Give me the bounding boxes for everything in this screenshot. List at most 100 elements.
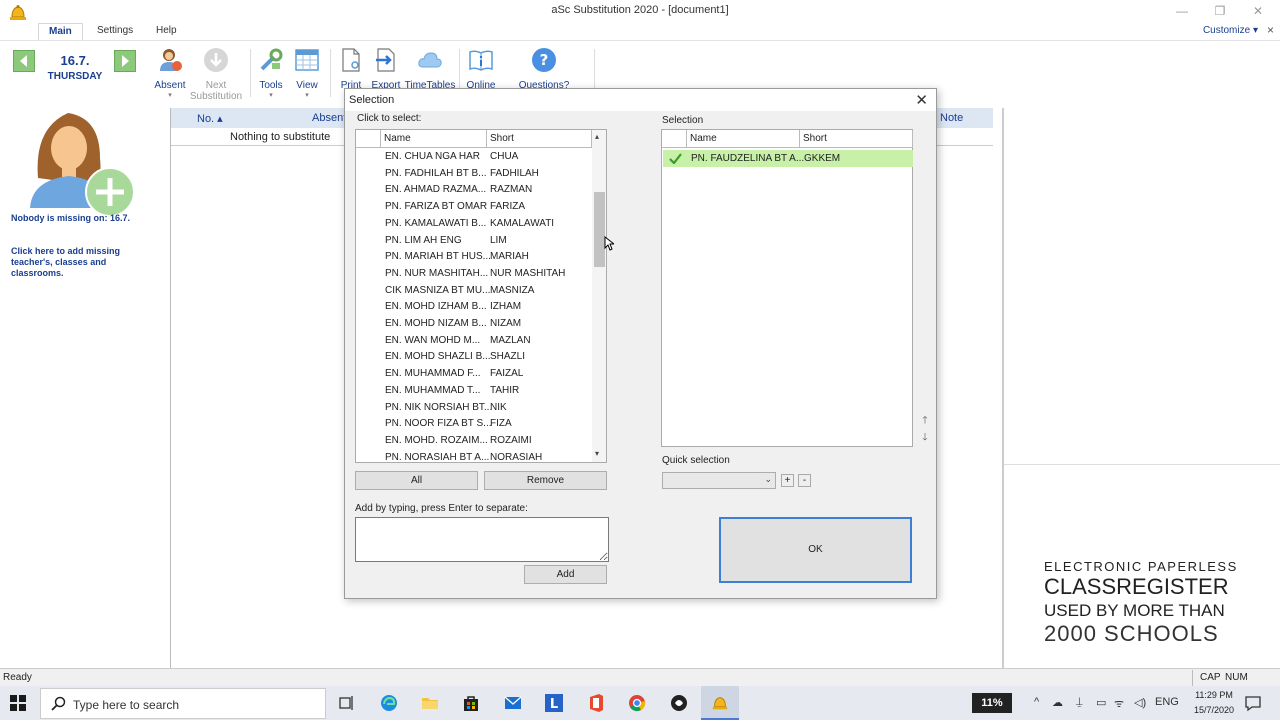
list-item[interactable]: EN. MUHAMMAD T... TAHIR [356,382,592,399]
type-to-add-input[interactable] [355,517,609,562]
promo-banner[interactable]: ELECTRONIC PAPERLESS CLASSREGISTER USED … [1044,559,1244,646]
list-item[interactable]: PN. NOOR FIZA BT S... FIZA [356,415,592,432]
notification-icon[interactable] [1244,694,1262,712]
scrollbar-thumb[interactable] [594,192,605,267]
list-item[interactable]: PN. NUR MASHITAH... NUR MASHITAH [356,265,592,282]
arrow-right-icon [122,55,129,67]
tab-help[interactable]: Help [146,23,187,40]
ok-button[interactable]: OK [719,517,912,583]
move-down-icon[interactable]: 🡓 [919,430,931,443]
tools-button[interactable]: Tools ▾ [256,47,286,99]
taskbar-search[interactable]: Type here to search [40,688,326,719]
scroll-up-icon[interactable]: ▴ [595,132,599,141]
column-short[interactable]: Short [487,130,592,148]
wifi-icon[interactable]: ᯤ [1114,696,1124,711]
list-item[interactable]: CIK MASNIZA BT MU... MASNIZA [356,282,592,299]
task-view-icon[interactable] [338,694,356,712]
list-item[interactable]: EN. MOHD IZHAM B... IZHAM [356,298,592,315]
list-item[interactable]: PN. KAMALAWATI B... KAMALAWATI [356,215,592,232]
list-item[interactable]: EN. MOHD SHAZLI B... SHAZLI [356,348,592,365]
remove-button[interactable]: Remove [484,471,607,490]
add-missing-link[interactable]: Click here to add missing teacher's, cla… [11,246,141,279]
list-item[interactable]: EN. WAN MOHD M... MAZLAN [356,332,592,349]
nobody-missing-text: Nobody is missing on: 16.7. [11,213,131,223]
quick-add-button[interactable]: + [781,474,794,487]
prev-day-button[interactable] [13,50,35,72]
teacher-name: PN. FARIZA BT OMAR [385,201,488,213]
list-item[interactable]: PN. FADHILAH BT B... FADHILAH [356,165,592,182]
clock-date[interactable]: 15/7/2020 [1189,705,1239,715]
list-item[interactable]: EN. CHUA NGA HAR CHUA [356,148,592,165]
column-note[interactable]: Note [940,112,963,124]
store-icon[interactable] [462,694,480,712]
chrome-icon[interactable] [628,694,646,712]
teacher-name: EN. MOHD NIZAM B... [385,318,487,329]
list-item[interactable]: EN. MUHAMMAD F... FAIZAL [356,365,592,382]
column-absent[interactable]: Absent [312,112,346,124]
mail-icon[interactable] [504,694,522,712]
tab-main[interactable]: Main [38,23,83,40]
battery-indicator[interactable]: 11% [972,693,1012,713]
absent-button[interactable]: Absent ▾ [150,47,190,99]
usb-icon[interactable]: ⍊ [1076,696,1083,709]
selected-row[interactable]: PN. FAUDZELINA BT A... GKKEM [663,150,913,167]
column-check [662,130,687,148]
export-button[interactable]: Export [368,47,404,91]
column-name[interactable]: Name [381,130,487,148]
taskbar-active-app[interactable] [701,686,739,720]
language-indicator[interactable]: ENG [1155,696,1179,708]
questions-button[interactable]: ? Questions? [516,47,572,91]
edge-browser-icon[interactable] [380,694,398,712]
next-day-button[interactable] [114,50,136,72]
cloud-icon [418,52,442,68]
scroll-down-icon[interactable]: ▾ [595,449,599,458]
volume-icon[interactable]: ◁) [1134,696,1146,709]
next-substitution-button[interactable]: Next Substitution [186,47,246,102]
list-item[interactable]: EN. MOHD. ROZAIM... ROZAIMI [356,432,592,449]
dropdown-arrow-icon: ▾ [168,92,172,99]
file-explorer-icon[interactable] [421,694,439,712]
add-button[interactable]: Add [524,565,607,584]
list-item[interactable]: EN. AHMAD RAZMA... RAZMAN [356,181,592,198]
teacher-name: EN. MUHAMMAD F... [385,368,481,380]
online-button[interactable]: Online [463,47,499,91]
media-app-icon[interactable] [670,694,688,712]
dialog-title-bar: Selection ✕ [345,89,936,111]
view-button[interactable]: View ▾ [292,47,322,99]
type-to-add-label: Add by typing, press Enter to separate: [355,503,528,514]
customize-menu[interactable]: Customize ▾ [1203,25,1258,36]
chevron-up-icon[interactable]: ^ [1034,696,1039,708]
list-item[interactable]: PN. FARIZA BT OMAR FARIZA [356,198,592,215]
list-item[interactable]: PN. NORASIAH BT A... NORASIAH [356,449,592,462]
clock-time[interactable]: 11:29 PM [1189,690,1239,700]
ribbon-close-icon[interactable]: × [1267,23,1274,37]
restore-button[interactable]: ❐ [1206,2,1234,20]
tab-settings[interactable]: Settings [87,23,143,40]
timetables-button[interactable]: TimeTables [404,47,456,91]
l-app-icon[interactable]: L [545,694,563,712]
print-button[interactable]: Print [336,47,366,91]
all-button[interactable]: All [355,471,478,490]
move-up-icon[interactable]: 🡑 [919,413,931,426]
column-short[interactable]: Short [800,130,913,148]
promo-line-2: CLASSREGISTER [1044,574,1229,599]
minimize-button[interactable]: — [1168,2,1196,20]
close-button[interactable]: ✕ [1244,2,1272,20]
dialog-close-icon[interactable]: ✕ [915,91,928,109]
list-item[interactable]: EN. MOHD NIZAM B... NIZAM [356,315,592,332]
arrow-left-icon [20,55,27,67]
list-item[interactable]: PN. LIM AH ENG LIM [356,232,592,249]
bell-app-icon [712,697,728,710]
network-icon[interactable]: ▭ [1096,696,1106,709]
column-name[interactable]: Name [687,130,800,148]
list-item[interactable]: PN. NIK NORSIAH BT... NIK [356,399,592,416]
onedrive-icon[interactable]: ☁ [1052,696,1063,709]
windows-start-icon[interactable] [10,695,26,711]
list-scrollbar[interactable]: ▴ ▾ [592,130,606,462]
quick-selection-dropdown[interactable]: ⌄ [662,472,776,489]
office-icon[interactable] [587,694,605,712]
column-no[interactable]: No. ▴ [197,112,223,125]
teacher-avatar-add-icon[interactable] [28,108,136,218]
quick-remove-button[interactable]: - [798,474,811,487]
list-item[interactable]: PN. MARIAH BT HUS... MARIAH [356,248,592,265]
